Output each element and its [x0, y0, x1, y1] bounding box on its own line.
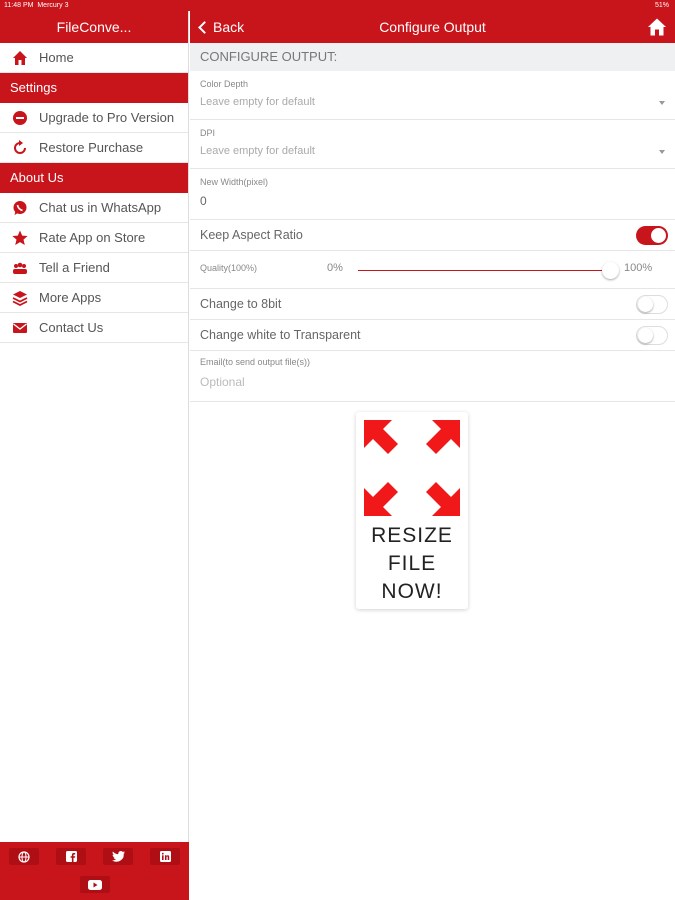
keep-aspect-row: Keep Aspect Ratio [190, 220, 675, 251]
sidebar-item-label: Restore Purchase [39, 140, 144, 155]
sidebar-item-label: More Apps [39, 290, 102, 305]
sidebar-item-restore-purchase[interactable]: Restore Purchase [0, 133, 188, 163]
youtube-icon[interactable] [80, 876, 110, 893]
configure-output-section-title: CONFIGURE OUTPUT: [190, 43, 675, 71]
new-width-field[interactable]: New Width(pixel) 0 [190, 169, 675, 220]
about-section-header: About Us [0, 163, 188, 193]
sidebar: FileConve... Home Settings Upgrade to Pr… [0, 11, 189, 900]
sidebar-item-rate-app[interactable]: Rate App on Store [0, 223, 188, 253]
keep-aspect-label: Keep Aspect Ratio [200, 228, 303, 242]
to-8bit-toggle[interactable] [636, 295, 668, 314]
star-icon [12, 230, 28, 246]
mail-icon [12, 320, 28, 336]
sidebar-item-label: Contact Us [39, 320, 104, 335]
sidebar-title: FileConve... [0, 11, 188, 43]
configure-output-form: Color Depth Leave empty for default DPI … [190, 71, 675, 402]
quality-max-label: 100% [624, 262, 653, 274]
new-width-value: 0 [200, 194, 207, 208]
sidebar-item-whatsapp[interactable]: Chat us in WhatsApp [0, 193, 188, 223]
color-depth-label: Color Depth [200, 79, 249, 89]
email-field: Email(to send output file(s)) [190, 351, 675, 402]
social-bar [0, 842, 189, 900]
status-bar: 11:48 PM Mercury 3 51% [0, 0, 675, 11]
twitter-icon[interactable] [103, 848, 133, 865]
dpi-label: DPI [200, 128, 216, 138]
toggle-knob [638, 297, 653, 312]
transparent-row: Change white to Transparent [190, 320, 675, 351]
new-width-label: New Width(pixel) [200, 177, 269, 187]
refresh-icon [12, 139, 28, 156]
home-icon[interactable] [647, 17, 667, 37]
to-8bit-row: Change to 8bit [190, 289, 675, 320]
sidebar-item-label: Rate App on Store [39, 230, 146, 245]
resize-button-text: RESIZE FILE NOW! [371, 524, 453, 603]
transparent-label: Change white to Transparent [200, 328, 361, 342]
quality-slider-track[interactable] [358, 270, 615, 271]
email-label: Email(to send output file(s)) [200, 357, 311, 367]
sidebar-item-label: Upgrade to Pro Version [39, 110, 175, 125]
quality-slider-thumb[interactable] [601, 262, 619, 279]
keep-aspect-toggle[interactable] [636, 226, 668, 245]
home-icon [12, 50, 28, 66]
users-icon [12, 260, 28, 276]
to-8bit-label: Change to 8bit [200, 297, 282, 311]
color-depth-placeholder: Leave empty for default [200, 96, 315, 108]
quality-label: Quality(100%) [200, 263, 258, 273]
minus-circle-icon [12, 110, 28, 126]
dropdown-caret-icon [659, 101, 665, 105]
dpi-field[interactable]: DPI Leave empty for default [190, 120, 675, 169]
whatsapp-icon [12, 200, 28, 216]
sidebar-item-upgrade-pro[interactable]: Upgrade to Pro Version [0, 103, 188, 133]
resize-file-now-button[interactable]: RESIZE FILE NOW! [356, 412, 468, 609]
quality-slider-row: Quality(100%) 0% 100% [190, 251, 675, 289]
layers-icon [12, 290, 28, 306]
sidebar-item-home[interactable]: Home [0, 43, 188, 73]
facebook-icon[interactable] [56, 848, 86, 865]
linkedin-icon[interactable] [150, 848, 180, 865]
sidebar-item-label: Home [39, 50, 74, 65]
settings-section-header: Settings [0, 73, 188, 103]
toggle-knob [651, 228, 666, 243]
dropdown-caret-icon [659, 150, 665, 154]
toggle-knob [638, 328, 653, 343]
sidebar-item-contact[interactable]: Contact Us [0, 313, 188, 343]
page-title: Configure Output [379, 19, 486, 35]
sidebar-item-more-apps[interactable]: More Apps [0, 283, 188, 313]
status-battery: 51% [654, 2, 669, 9]
top-navigation-bar: Back Configure Output [190, 11, 675, 43]
status-time-carrier: 11:48 PM Mercury 3 [4, 2, 69, 9]
sidebar-item-label: Tell a Friend [39, 260, 110, 275]
transparent-toggle[interactable] [636, 326, 668, 345]
dpi-placeholder: Leave empty for default [200, 145, 315, 157]
color-depth-field[interactable]: Color Depth Leave empty for default [190, 71, 675, 120]
expand-arrows-icon [364, 420, 460, 516]
email-input[interactable] [200, 367, 500, 389]
globe-icon[interactable] [9, 848, 39, 865]
sidebar-item-label: Chat us in WhatsApp [39, 200, 162, 215]
quality-min-label: 0% [327, 262, 343, 274]
sidebar-item-tell-friend[interactable]: Tell a Friend [0, 253, 188, 283]
